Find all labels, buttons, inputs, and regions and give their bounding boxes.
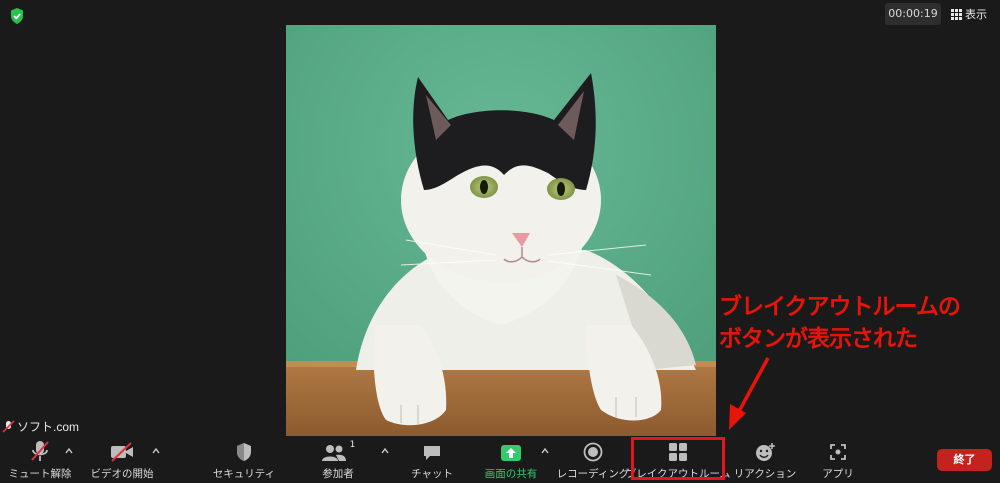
muted-mic-icon: [31, 441, 49, 461]
meeting-stage: 00:00:19 表示 ソフト.com ブレイクアウトルームの ボタンが表示され…: [0, 0, 1000, 437]
start-video-button[interactable]: ビデオの開始: [90, 436, 154, 483]
apps-label: アプリ: [822, 468, 854, 480]
security-label: セキュリティ: [212, 468, 276, 480]
reaction-icon: [756, 443, 775, 461]
apps-button[interactable]: アプリ: [806, 436, 870, 483]
apps-icon: [830, 444, 846, 460]
watermark: ソフト.com: [2, 418, 79, 435]
participants-button[interactable]: 1 参加者: [306, 436, 370, 483]
share-screen-button[interactable]: 画面の共有: [479, 436, 543, 483]
encryption-shield-icon[interactable]: [10, 8, 24, 24]
breakout-highlight-box: [631, 437, 725, 480]
participant-video: [286, 25, 716, 437]
chat-icon: [424, 446, 440, 460]
unmute-button[interactable]: ミュート解除: [8, 436, 72, 483]
share-screen-icon: [501, 445, 521, 461]
view-button[interactable]: 表示: [951, 6, 987, 22]
meeting-toolbar: ミュート解除 ビデオの開始 セキュリティ 1 参加者 チャット 画面の共有 レコ…: [0, 436, 1000, 483]
video-options-caret-icon[interactable]: [151, 446, 161, 456]
watermark-text: ソフト.com: [17, 420, 80, 434]
reactions-label: リアクション: [733, 468, 797, 480]
reactions-button[interactable]: リアクション: [733, 436, 797, 483]
record-button[interactable]: レコーディング: [557, 436, 629, 483]
cat-photo: [286, 25, 716, 437]
chat-button[interactable]: チャット: [400, 436, 464, 483]
muted-mic-icon: [2, 420, 15, 433]
share-options-caret-icon[interactable]: [540, 446, 550, 456]
grid-view-icon: [951, 8, 962, 20]
meeting-timer: 00:00:19: [885, 3, 941, 25]
start-video-label: ビデオの開始: [90, 468, 154, 480]
record-icon: [583, 442, 603, 462]
record-label: レコーディング: [556, 468, 630, 480]
shield-icon: [237, 443, 251, 461]
unmute-label: ミュート解除: [8, 468, 72, 480]
participants-icon: [321, 445, 346, 461]
annotation-line-2: ボタンが表示された: [719, 326, 918, 352]
audio-options-caret-icon[interactable]: [64, 446, 74, 456]
chat-label: チャット: [411, 468, 453, 480]
participants-label: 参加者: [322, 468, 354, 480]
participant-count: 1: [349, 440, 356, 450]
share-screen-label: 画面の共有: [484, 468, 538, 480]
end-meeting-button[interactable]: 終了: [937, 449, 992, 471]
annotation-line-1: ブレイクアウトルームの: [719, 294, 961, 320]
video-off-icon: [111, 442, 133, 462]
annotation-text: ブレイクアウトルームの ボタンが表示された: [719, 291, 1000, 355]
view-label: 表示: [965, 8, 987, 21]
security-button[interactable]: セキュリティ: [212, 436, 276, 483]
participants-caret-icon[interactable]: [380, 446, 390, 456]
